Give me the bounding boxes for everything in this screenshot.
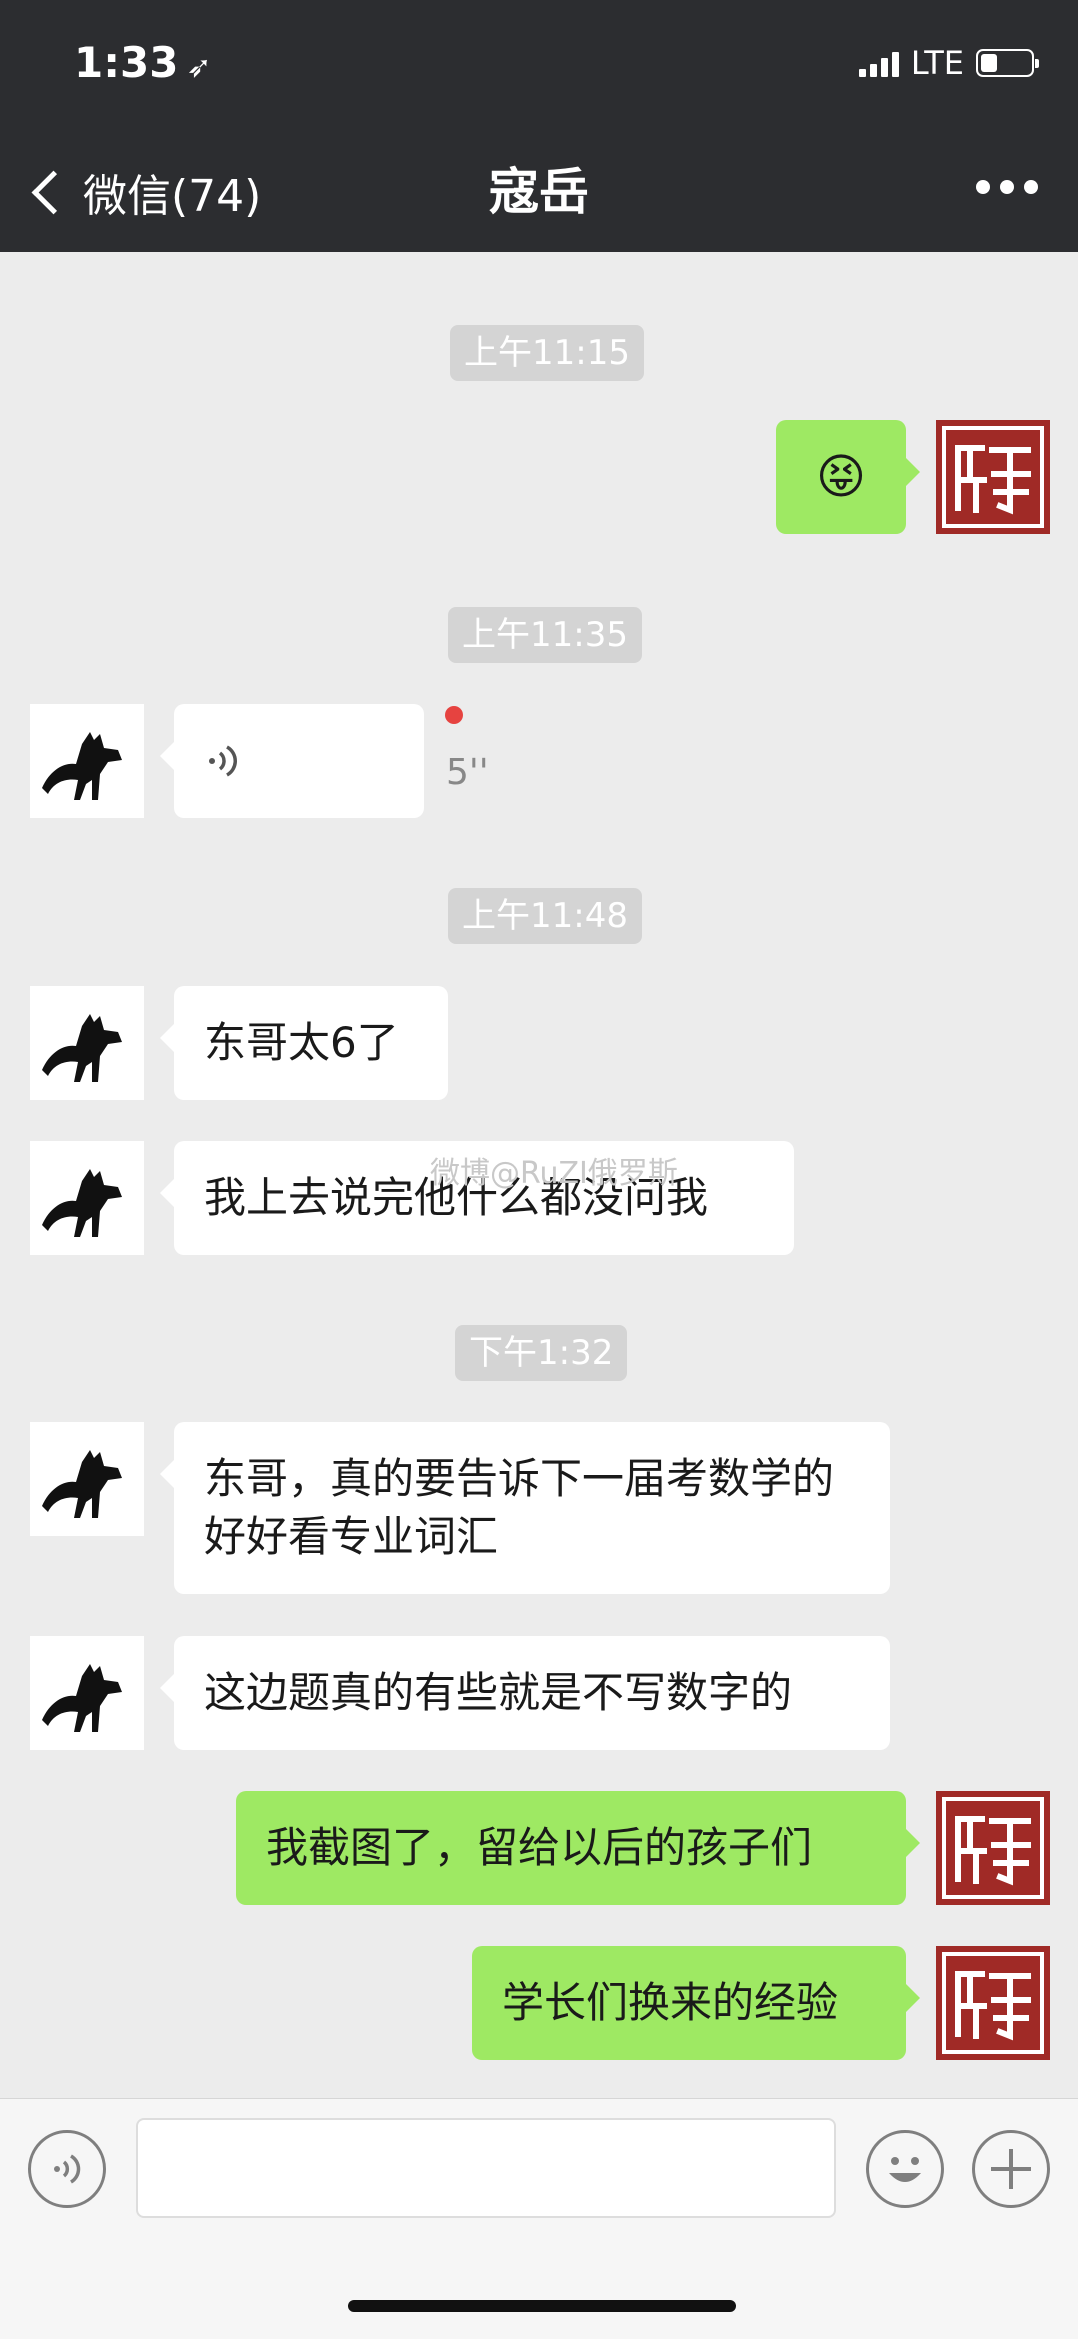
voice-duration: 5'' bbox=[446, 752, 489, 793]
my-avatar[interactable] bbox=[936, 1791, 1050, 1905]
friend-avatar[interactable] bbox=[30, 704, 144, 818]
battery-icon bbox=[976, 49, 1039, 77]
emoji-icon bbox=[889, 2157, 921, 2182]
cat-avatar-icon bbox=[30, 704, 144, 818]
network-label: LTE bbox=[910, 44, 964, 82]
voice-wave-icon bbox=[209, 745, 237, 777]
status-indicators: LTE bbox=[858, 44, 1039, 82]
signal-icon bbox=[858, 49, 899, 77]
friend-message-bubble[interactable]: 东哥，真的要告诉下一届考数学的好好看专业词汇 bbox=[160, 1422, 890, 1594]
timestamp: 上午11:48 bbox=[448, 888, 642, 944]
cat-avatar-icon bbox=[30, 986, 144, 1100]
plus-icon bbox=[991, 2149, 1031, 2189]
seal-avatar-icon bbox=[936, 420, 1050, 534]
cat-avatar-icon bbox=[30, 1422, 144, 1536]
voice-mode-button[interactable] bbox=[28, 2130, 106, 2208]
friend-message-bubble[interactable]: 这边题真的有些就是不写数字的 bbox=[160, 1636, 890, 1750]
watermark: 微博@RuZI俄罗斯 bbox=[430, 1156, 678, 1191]
friend-message-bubble[interactable]: 东哥太6了 bbox=[160, 986, 448, 1100]
my-message-bubble[interactable]: 学长们换来的经验 bbox=[472, 1946, 920, 2060]
friend-avatar[interactable] bbox=[30, 986, 144, 1100]
unread-dot bbox=[445, 706, 463, 724]
seal-avatar-icon bbox=[936, 1791, 1050, 1905]
emoji-squint-icon: 😝 bbox=[815, 449, 867, 505]
voice-message-bubble[interactable] bbox=[160, 704, 424, 818]
cat-avatar-icon bbox=[30, 1141, 144, 1255]
timestamp: 上午11:15 bbox=[450, 325, 644, 381]
seal-avatar-icon bbox=[936, 1946, 1050, 2060]
chat-title: 寇岳 bbox=[489, 163, 589, 221]
status-time: 1:33 ➶ bbox=[74, 38, 212, 87]
timestamp: 下午1:32 bbox=[455, 1325, 628, 1381]
friend-avatar[interactable] bbox=[30, 1422, 144, 1536]
my-avatar[interactable] bbox=[936, 420, 1050, 534]
more-functions-button[interactable] bbox=[972, 2130, 1050, 2208]
cat-avatar-icon bbox=[30, 1636, 144, 1750]
friend-avatar[interactable] bbox=[30, 1141, 144, 1255]
voice-mode-icon bbox=[54, 2154, 81, 2184]
message-input[interactable] bbox=[136, 2118, 836, 2218]
header: 1:33 ➶ LTE 微信(74) 寇岳 bbox=[0, 0, 1078, 252]
home-indicator bbox=[348, 2300, 736, 2312]
my-avatar[interactable] bbox=[936, 1946, 1050, 2060]
emoji-button[interactable] bbox=[866, 2130, 944, 2208]
my-message-bubble[interactable]: 我截图了，留给以后的孩子们 bbox=[236, 1791, 920, 1905]
timestamp: 上午11:35 bbox=[448, 607, 642, 663]
my-emoji-bubble[interactable]: 😝 bbox=[776, 420, 920, 534]
friend-avatar[interactable] bbox=[30, 1636, 144, 1750]
location-arrow-icon: ➶ bbox=[186, 50, 212, 85]
clock: 1:33 bbox=[74, 38, 179, 87]
more-options-button[interactable] bbox=[976, 180, 1038, 194]
